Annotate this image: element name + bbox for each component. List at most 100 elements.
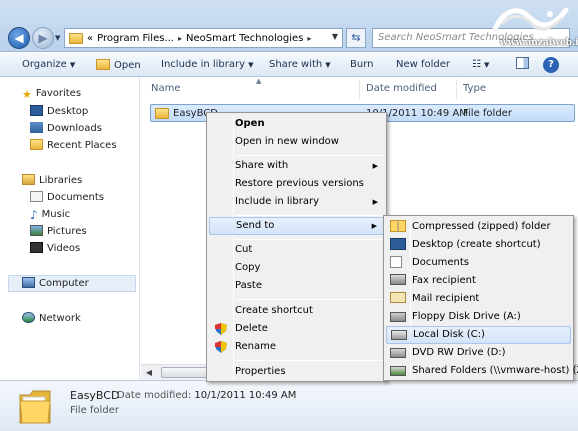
breadcrumb-neosmart[interactable]: NeoSmart Technologies xyxy=(186,33,303,44)
recent-pages-dropdown[interactable]: ▼ xyxy=(55,34,60,42)
menu-delete[interactable]: Delete xyxy=(209,320,384,338)
burn-button[interactable]: Burn xyxy=(350,59,373,70)
change-view-button[interactable]: ☷ ▼ xyxy=(472,59,489,70)
downloads-icon xyxy=(30,122,43,133)
open-folder-icon xyxy=(96,59,110,70)
column-header-name[interactable]: Name xyxy=(151,83,181,94)
menu-send-to[interactable]: Send to ▶ xyxy=(209,217,384,235)
nav-documents[interactable]: Documents xyxy=(30,191,104,203)
menu-open[interactable]: Open xyxy=(209,115,384,133)
sendto-compressed[interactable]: Compressed (zipped) folder xyxy=(386,218,571,236)
command-bar: Organize ▼ Open Include in library ▼ Share… xyxy=(0,53,578,77)
menu-share-with-label: Share with xyxy=(235,160,289,171)
documents-icon xyxy=(30,191,43,202)
libraries-icon xyxy=(22,174,35,185)
details-modified-value: 10/1/2011 10:49 AM xyxy=(194,390,297,401)
nav-desktop[interactable]: Desktop xyxy=(30,105,88,117)
column-header-type[interactable]: Type xyxy=(463,83,486,94)
menu-include-in-library[interactable]: Include in library ▶ xyxy=(209,193,384,211)
include-in-library-button[interactable]: Include in library ▼ xyxy=(161,59,253,70)
nav-documents-label: Documents xyxy=(47,192,105,203)
sendto-documents-label: Documents xyxy=(412,257,470,268)
shield-icon xyxy=(215,341,227,353)
address-bar-area: ◀ ▶ ▼ « Program Files... ▸ NeoSmart Tech… xyxy=(0,0,578,52)
menu-copy[interactable]: Copy xyxy=(209,259,384,277)
column-header-date-modified[interactable]: Date modified xyxy=(366,83,437,94)
desktop-icon xyxy=(30,105,43,116)
refresh-button[interactable]: ⇆ xyxy=(346,28,366,48)
menu-restore-previous[interactable]: Restore previous versions xyxy=(209,175,384,193)
forward-button[interactable]: ▶ xyxy=(32,27,54,49)
share-with-button[interactable]: Share with ▼ xyxy=(269,59,331,70)
context-menu: Open Open in new window Share with ▶ Rest… xyxy=(206,112,387,382)
details-type: File folder xyxy=(70,405,119,416)
sendto-floppy[interactable]: Floppy Disk Drive (A:) xyxy=(386,308,571,326)
nav-libraries-label: Libraries xyxy=(39,175,83,186)
breadcrumb-program-files[interactable]: Program Files... xyxy=(97,33,174,44)
menu-rename[interactable]: Rename xyxy=(209,338,384,356)
column-divider[interactable] xyxy=(456,79,457,99)
address-field[interactable]: « Program Files... ▸ NeoSmart Technologi… xyxy=(64,28,343,48)
scroll-thumb[interactable] xyxy=(161,367,211,378)
nav-downloads-label: Downloads xyxy=(47,123,102,134)
column-divider[interactable] xyxy=(359,79,360,99)
sendto-local-disk-label: Local Disk (C:) xyxy=(413,329,485,340)
menu-delete-label: Delete xyxy=(235,323,268,334)
nav-favorites[interactable]: ★ Favorites xyxy=(22,88,82,101)
nav-desktop-label: Desktop xyxy=(47,106,89,117)
hard-drive-icon xyxy=(391,330,407,340)
mail-icon xyxy=(390,292,406,303)
nav-libraries[interactable]: Libraries xyxy=(22,174,82,186)
computer-icon xyxy=(22,277,35,288)
submenu-arrow-icon: ▶ xyxy=(371,222,377,230)
folder-icon xyxy=(69,32,83,44)
breadcrumb-overflow[interactable]: « xyxy=(87,33,93,44)
floppy-drive-icon xyxy=(390,312,406,322)
new-folder-button[interactable]: New folder xyxy=(396,59,450,70)
sendto-desktop[interactable]: Desktop (create shortcut) xyxy=(386,236,571,254)
menu-share-with[interactable]: Share with ▶ xyxy=(209,157,384,175)
folder-icon xyxy=(19,390,51,424)
zip-folder-icon xyxy=(390,220,406,232)
menu-cut[interactable]: Cut xyxy=(209,241,384,259)
breadcrumb-separator[interactable]: ▸ xyxy=(178,34,182,43)
nav-downloads[interactable]: Downloads xyxy=(30,122,102,134)
nav-pictures[interactable]: Pictures xyxy=(30,225,87,237)
scroll-left-button[interactable]: ◀ xyxy=(141,365,157,380)
help-button[interactable]: ? xyxy=(543,57,559,73)
menu-open-new-window[interactable]: Open in new window xyxy=(209,133,384,151)
file-type: File folder xyxy=(463,108,512,119)
sendto-local-disk[interactable]: Local Disk (C:) xyxy=(386,326,571,344)
nav-network[interactable]: Network xyxy=(22,312,81,324)
sendto-shared-label: Shared Folders (\\vmware-host) (Z:) xyxy=(412,365,578,376)
sendto-documents[interactable]: Documents xyxy=(386,254,571,272)
nav-recent-places-label: Recent Places xyxy=(47,140,117,151)
sendto-fax[interactable]: Fax recipient xyxy=(386,272,571,290)
sendto-mail[interactable]: Mail recipient xyxy=(386,290,571,308)
menu-rename-label: Rename xyxy=(235,341,277,352)
menu-properties[interactable]: Properties xyxy=(209,363,384,381)
nav-music[interactable]: ♪ Music xyxy=(30,208,70,222)
address-history-dropdown[interactable]: ▼ xyxy=(332,32,338,41)
preview-pane-button[interactable] xyxy=(516,57,529,72)
menu-paste[interactable]: Paste xyxy=(209,277,384,295)
nav-recent-places[interactable]: Recent Places xyxy=(30,139,117,151)
menu-create-shortcut[interactable]: Create shortcut xyxy=(209,302,384,320)
menu-include-library-label: Include in library xyxy=(235,196,320,207)
nav-videos[interactable]: Videos xyxy=(30,242,80,254)
sendto-dvd-label: DVD RW Drive (D:) xyxy=(412,347,506,358)
open-button[interactable]: Open xyxy=(96,59,141,71)
star-icon: ★ xyxy=(22,88,32,101)
sendto-dvd[interactable]: DVD RW Drive (D:) xyxy=(386,344,571,362)
recent-places-icon xyxy=(30,139,43,150)
sendto-shared-folders[interactable]: Shared Folders (\\vmware-host) (Z:) xyxy=(386,362,578,380)
pictures-icon xyxy=(30,225,43,236)
nav-videos-label: Videos xyxy=(47,243,81,254)
details-modified: Date modified: 10/1/2011 10:49 AM xyxy=(117,390,296,401)
breadcrumb-separator[interactable]: ▸ xyxy=(307,34,311,43)
nav-computer[interactable]: Computer xyxy=(22,277,89,289)
nav-favorites-label: Favorites xyxy=(35,88,82,99)
sendto-compressed-label: Compressed (zipped) folder xyxy=(412,221,551,232)
back-button[interactable]: ◀ xyxy=(8,27,30,49)
organize-button[interactable]: Organize ▼ xyxy=(22,59,75,70)
